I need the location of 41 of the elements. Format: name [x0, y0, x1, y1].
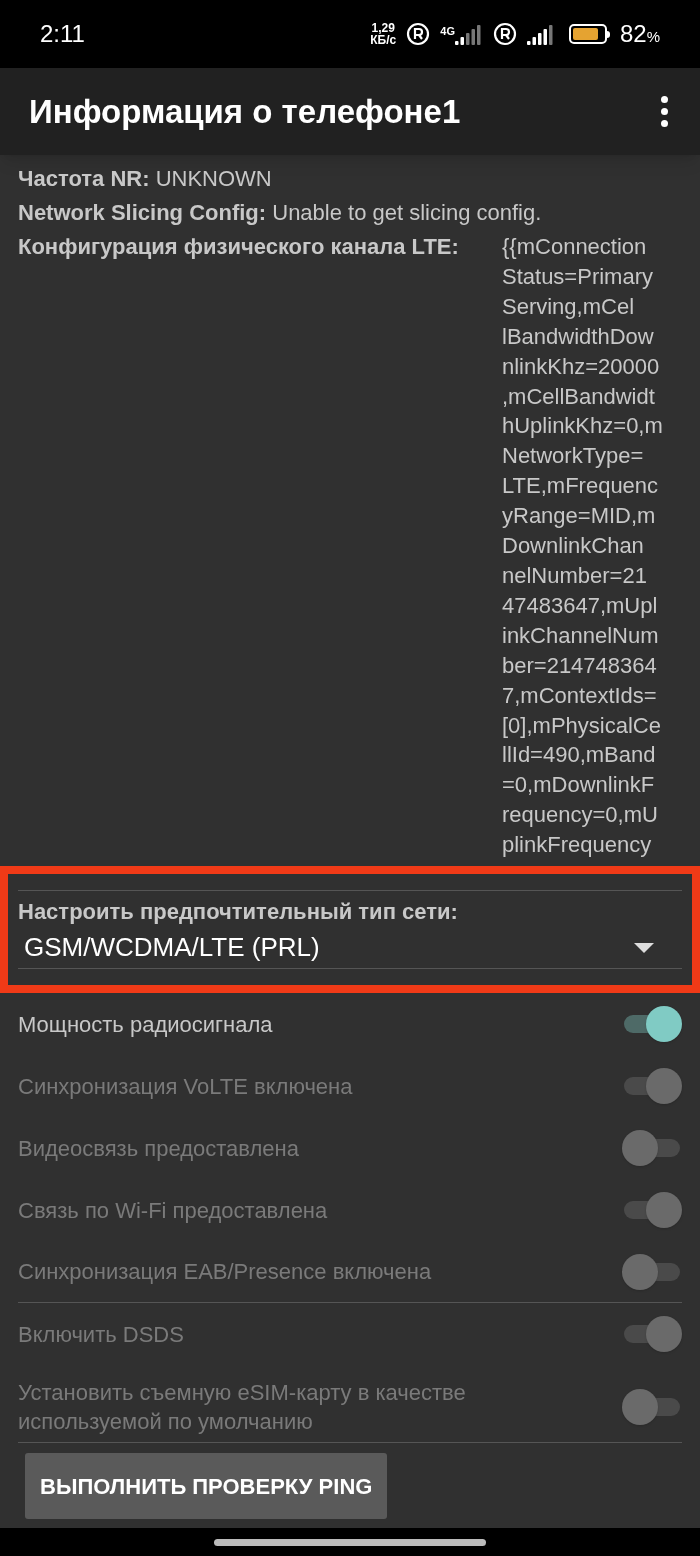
- info-value-line: 47483647,mUpl: [502, 591, 659, 620]
- info-value-line: [0],mPhysicalCe: [502, 711, 662, 740]
- switch-label: Мощность радиосигнала: [18, 1010, 274, 1039]
- info-value-line: {{mConnection: [502, 233, 648, 261]
- switch-label: Установить съемную eSIM-карту в качестве используемой по умолчанию: [18, 1378, 467, 1436]
- battery-percent: 82: [619, 19, 647, 49]
- switch-label: Видеосвязь предоставлена: [18, 1134, 300, 1163]
- info-value-line: requency=0,mU: [502, 801, 659, 830]
- app-title: Информация о телефоне1: [29, 91, 461, 132]
- info-value-line: plinkFrequency: [502, 831, 653, 860]
- ping-button[interactable]: ВЫПОЛНИТЬ ПРОВЕРКУ PING: [25, 1453, 388, 1519]
- info-value-line: yRange=MID,m: [502, 502, 657, 531]
- info-row: Network Slicing Config: Unable to get slicing config.: [18, 200, 542, 225]
- switch-label: Синхронизация VoLTE включена: [18, 1072, 354, 1101]
- info-value-line: hUplinkKhz=0,m: [502, 412, 663, 441]
- clock: 2:11: [40, 19, 85, 49]
- info-value-line: inkChannelNum: [502, 621, 660, 650]
- info-value-line: Serving,mCel: [502, 292, 636, 321]
- info-value-line: =0,mDownlinkF: [502, 771, 656, 800]
- info-value-line: LTE,mFrequenc: [502, 472, 660, 501]
- info-label: Конфигурация физического канала LTE:: [18, 233, 460, 261]
- info-value-line: nelNumber=21: [502, 561, 648, 590]
- speed-value: 1,29: [371, 22, 395, 34]
- speed-unit: КБ/с: [370, 34, 397, 46]
- info-value-line: llId=490,mBand: [502, 741, 657, 770]
- network-type-label: Настроить предпочтительный тип сети:: [18, 898, 459, 926]
- info-value-line: ,mCellBandwidt: [502, 382, 656, 411]
- network-type: 4G: [440, 24, 455, 39]
- info-value-line: NetworkType=: [502, 442, 645, 471]
- network-type-dropdown[interactable]: GSM/WCDMA/LTE (PRL): [18, 927, 682, 969]
- switch-label: Включить DSDS: [18, 1320, 185, 1349]
- switch-label: Связь по Wi-Fi предоставлена: [18, 1196, 329, 1225]
- info-value-line: DownlinkChan: [502, 532, 645, 561]
- switch-label: Синхронизация EAB/Presence включена: [18, 1258, 433, 1286]
- info-value-line: ber=214748364: [502, 651, 658, 680]
- info-value-line: 7,mContextIds=: [502, 681, 658, 710]
- percent-sign: %: [646, 28, 660, 47]
- info-value-line: Status=Primary: [502, 262, 654, 291]
- info-value-line: nlinkKhz=20000: [502, 352, 661, 381]
- info-value-line: lBandwidthDow: [502, 322, 655, 351]
- info-row: Частота NR: UNKNOWN: [18, 166, 272, 191]
